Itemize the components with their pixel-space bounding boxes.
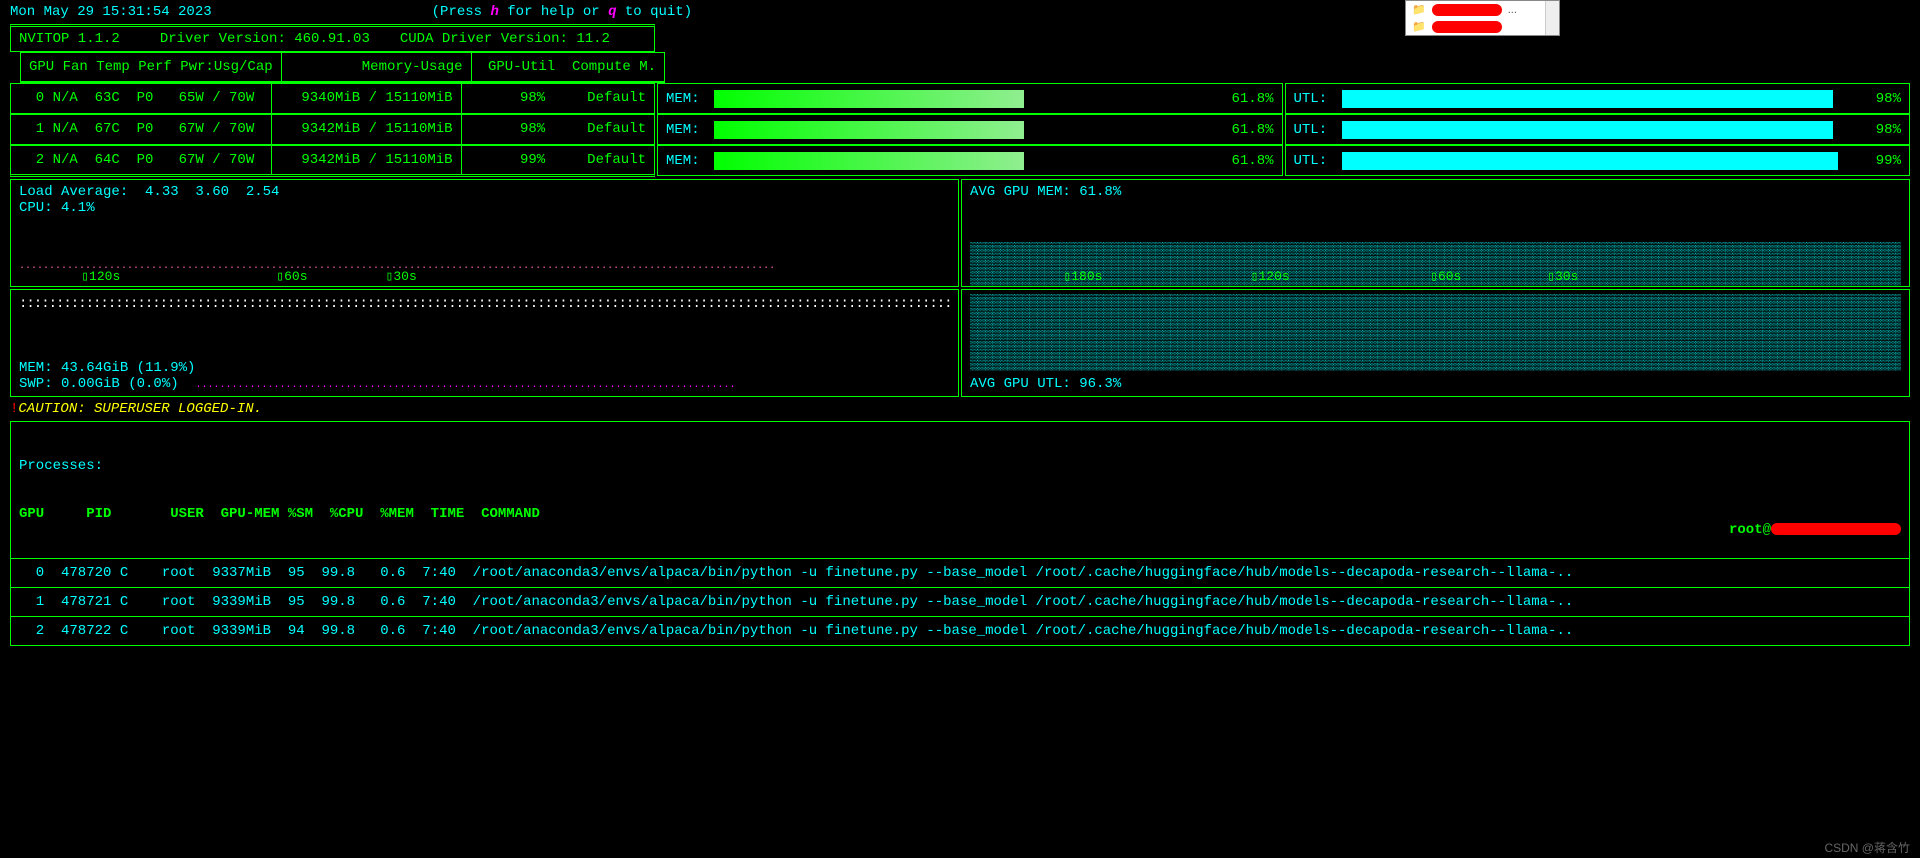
folder-icon: 📁 bbox=[1412, 20, 1426, 33]
popup-item[interactable]: 📁 ... bbox=[1406, 1, 1559, 18]
mem-bar: MEM: 61.8% bbox=[657, 114, 1283, 145]
help-hint: (Press h for help or q to quit) bbox=[432, 4, 692, 20]
driver-version: Driver Version: 460.91.03 bbox=[160, 31, 370, 47]
version-header: NVITOP 1.1.2 Driver Version: 460.91.03 C… bbox=[10, 24, 655, 52]
gpu-row: 2 N/A 64C P0 67W / 70W 9342MiB / 15110Mi… bbox=[10, 145, 1920, 177]
datetime: Mon May 29 15:31:54 2023 bbox=[10, 4, 212, 20]
gpu-row: 0 N/A 63C P0 65W / 70W 9340MiB / 15110Mi… bbox=[10, 83, 1920, 114]
gpu-utl-chart: ▒▒▒▒▒▒▒▒▒▒▒▒▒▒▒▒▒▒▒▒▒▒▒▒▒▒▒▒▒▒▒▒▒▒▒▒▒▒▒▒… bbox=[961, 289, 1910, 397]
process-table: Processes: GPU PID USER GPU-MEM %SM %CPU… bbox=[10, 421, 1910, 646]
watermark: CSDN @蒋含竹 bbox=[1824, 839, 1910, 856]
redacted-text bbox=[1432, 21, 1502, 33]
redacted-text bbox=[1432, 4, 1502, 16]
folder-icon: 📁 bbox=[1412, 3, 1426, 16]
popup-item[interactable]: 📁 bbox=[1406, 18, 1559, 35]
gpu-row: 1 N/A 67C P0 67W / 70W 9342MiB / 15110Mi… bbox=[10, 114, 1920, 145]
mem-bar: MEM: 61.8% bbox=[657, 145, 1283, 176]
mem-bar: MEM: 61.8% bbox=[657, 83, 1283, 114]
col-header-1: GPU Fan Temp Perf Pwr:Usg/Cap bbox=[21, 53, 281, 82]
process-row[interactable]: 0 478720 C root 9337MiB 95 99.8 0.6 7:40… bbox=[11, 559, 1909, 588]
mem-chart: ::::::::::::::::::::::::::::::::::::::::… bbox=[10, 289, 959, 397]
hostname-redacted bbox=[1771, 523, 1901, 535]
proc-title: Processes: bbox=[19, 458, 540, 474]
process-row[interactable]: 1 478721 C root 9339MiB 95 99.8 0.6 7:40… bbox=[11, 588, 1909, 617]
cpu-chart: Load Average: 4.33 3.60 2.54 CPU: 4.1% :… bbox=[10, 179, 959, 287]
proc-columns: GPU PID USER GPU-MEM %SM %CPU %MEM TIME … bbox=[19, 506, 540, 522]
col-header-2: Memory-Usage bbox=[282, 53, 470, 82]
app-name: NVITOP 1.1.2 bbox=[19, 31, 120, 47]
gpu-table: GPU Fan Temp Perf Pwr:Usg/Cap Memory-Usa… bbox=[20, 52, 665, 83]
caution-banner: !CAUTION: SUPERUSER LOGGED-IN. bbox=[10, 401, 1910, 417]
utl-bar: UTL: 98% bbox=[1285, 114, 1911, 145]
col-header-3: GPU-Util Compute M. bbox=[472, 53, 664, 82]
top-bar: Mon May 29 15:31:54 2023 (Press h for he… bbox=[0, 0, 1920, 24]
process-row[interactable]: 2 478722 C root 9339MiB 94 99.8 0.6 7:40… bbox=[11, 617, 1909, 645]
cuda-version: CUDA Driver Version: 11.2 bbox=[400, 31, 610, 47]
gpu-mem-chart: AVG GPU MEM: 61.8% ▒▒▒▒▒▒▒▒▒▒▒▒▒▒▒▒▒▒▒▒▒… bbox=[961, 179, 1910, 287]
file-browser-popup[interactable]: 📁 ... 📁 bbox=[1405, 0, 1560, 36]
scrollbar[interactable] bbox=[1545, 1, 1559, 35]
utl-bar: UTL: 98% bbox=[1285, 83, 1911, 114]
utl-bar: UTL: 99% bbox=[1285, 145, 1911, 176]
